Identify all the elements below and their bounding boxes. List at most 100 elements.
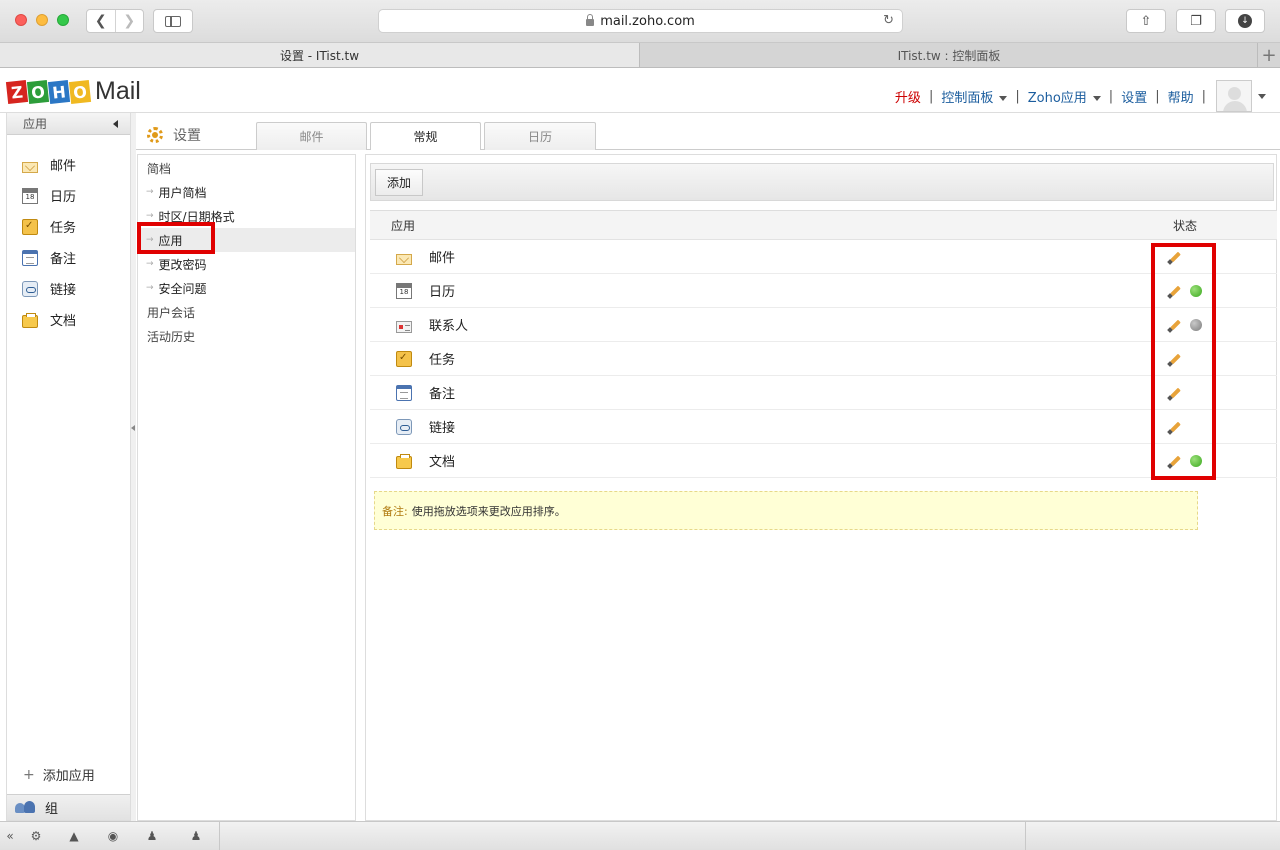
menu-item-change-password[interactable]: → 更改密码 bbox=[138, 252, 355, 276]
share-button[interactable]: ⇧ bbox=[1126, 9, 1166, 33]
sidebar-item-tasks[interactable]: 任务 bbox=[7, 211, 130, 242]
sidebar-toggle-button[interactable] bbox=[153, 9, 193, 33]
table-row[interactable]: 任务 bbox=[370, 342, 1277, 376]
menu-item-timezone[interactable]: → 时区/日期格式 bbox=[138, 204, 355, 228]
control-panel-link[interactable]: 控制面板 bbox=[941, 87, 1008, 106]
menu-item-security-questions[interactable]: → 安全问题 bbox=[138, 276, 355, 300]
expand-chat-icon[interactable]: « bbox=[2, 828, 18, 844]
sidebar-item-calendar[interactable]: 日历 bbox=[7, 180, 130, 211]
table-row[interactable]: 备注 bbox=[370, 376, 1277, 410]
edit-pencil-icon[interactable] bbox=[1167, 284, 1181, 298]
logo-letter: O bbox=[26, 79, 50, 104]
table-row[interactable]: 链接 bbox=[370, 410, 1277, 444]
tab-calendar[interactable]: 日历 bbox=[484, 122, 596, 150]
edit-pencil-icon[interactable] bbox=[1167, 250, 1181, 264]
menu-item-user-sessions[interactable]: 用户会话 bbox=[138, 300, 355, 324]
edit-pencil-icon[interactable] bbox=[1167, 420, 1181, 434]
close-window-button[interactable] bbox=[15, 14, 27, 26]
table-row[interactable]: 日历 bbox=[370, 274, 1277, 308]
mail-icon bbox=[22, 162, 38, 173]
forward-button[interactable]: ❯ bbox=[114, 10, 144, 32]
zoom-window-button[interactable] bbox=[57, 14, 69, 26]
status-green-dot-icon[interactable] bbox=[1190, 285, 1202, 297]
bell-icon[interactable]: ▲ bbox=[66, 828, 82, 844]
zoho-apps-link[interactable]: Zoho应用 bbox=[1028, 87, 1101, 106]
groups-button[interactable]: 组 bbox=[7, 794, 130, 820]
minimize-window-button[interactable] bbox=[36, 14, 48, 26]
nav-separator: | bbox=[1201, 88, 1206, 104]
bottom-toolbar: « ⚙ ▲ ◉ ♟ ♟ bbox=[0, 821, 1280, 850]
sidebar-splitter[interactable] bbox=[131, 113, 136, 821]
back-button[interactable]: ❮ bbox=[87, 10, 115, 32]
sidebar-item-mail[interactable]: 邮件 bbox=[7, 149, 130, 180]
chevron-down-icon bbox=[1092, 95, 1101, 101]
edit-pencil-icon[interactable] bbox=[1167, 352, 1181, 366]
divider bbox=[219, 822, 220, 850]
settings-title: 设置 bbox=[147, 125, 201, 145]
status-grey-dot-icon[interactable] bbox=[1190, 319, 1202, 331]
edit-pencil-icon[interactable] bbox=[1167, 318, 1181, 332]
edit-pencil-icon[interactable] bbox=[1167, 386, 1181, 400]
menu-profile-header[interactable]: 简档 bbox=[138, 156, 355, 180]
table-row[interactable]: 邮件 bbox=[370, 240, 1277, 274]
browser-tab-settings[interactable]: 设置 - ITist.tw bbox=[0, 43, 640, 67]
help-link[interactable]: 帮助 bbox=[1168, 87, 1194, 106]
new-tab-button[interactable]: + bbox=[1257, 43, 1280, 67]
add-button[interactable]: 添加 bbox=[375, 169, 423, 196]
collapse-sidebar-icon[interactable] bbox=[113, 120, 118, 128]
app-name: 备注 bbox=[429, 387, 456, 402]
arrow-icon: → bbox=[146, 283, 154, 293]
tabs-overview-button[interactable]: ❐ bbox=[1176, 9, 1216, 33]
edit-pencil-icon[interactable] bbox=[1167, 454, 1181, 468]
settings-link[interactable]: 设置 bbox=[1121, 87, 1147, 106]
upgrade-link[interactable]: 升级 bbox=[895, 87, 921, 106]
avatar-menu-icon[interactable] bbox=[1258, 93, 1266, 99]
reorder-note: 备注: 使用拖放选项来更改应用排序。 bbox=[374, 491, 1198, 530]
menu-label: 时区/日期格式 bbox=[158, 209, 235, 224]
zoho-mail-logo[interactable]: Z O H O Mail bbox=[5, 77, 141, 106]
arrow-icon: → bbox=[146, 187, 154, 197]
tab-mail[interactable]: 邮件 bbox=[256, 122, 367, 150]
menu-item-activity-history[interactable]: 活动历史 bbox=[138, 324, 355, 348]
logo-letter: O bbox=[68, 79, 92, 104]
tasks-icon bbox=[396, 350, 412, 367]
collapse-arrow-icon[interactable] bbox=[131, 425, 135, 431]
table-row[interactable]: 联系人 bbox=[370, 308, 1277, 342]
download-icon: ↓ bbox=[1238, 14, 1252, 28]
app-name: 联系人 bbox=[429, 319, 469, 334]
chat-settings-icon[interactable]: ⚙ bbox=[28, 828, 44, 844]
sidebar-item-label: 链接 bbox=[50, 283, 77, 298]
contacts-group-icon[interactable]: ♟ bbox=[144, 828, 160, 844]
docs-icon bbox=[22, 313, 38, 328]
tab-general[interactable]: 常规 bbox=[370, 122, 481, 150]
add-app-button[interactable]: + 添加应用 bbox=[23, 765, 95, 785]
avatar[interactable] bbox=[1216, 80, 1252, 112]
chat-bubble-icon[interactable]: ◉ bbox=[105, 828, 121, 844]
logo-mail-text: Mail bbox=[95, 77, 141, 105]
sidebar-item-notes[interactable]: 备注 bbox=[7, 242, 130, 273]
user-icon[interactable]: ♟ bbox=[188, 828, 204, 844]
calendar-icon bbox=[22, 187, 38, 204]
app-name: 日历 bbox=[429, 285, 456, 300]
browser-tab-control-panel[interactable]: ITist.tw : 控制面板 bbox=[641, 43, 1257, 67]
reload-icon[interactable]: ↻ bbox=[883, 13, 894, 28]
column-header-app: 应用 bbox=[391, 218, 416, 233]
panel-toolbar: 添加 bbox=[370, 163, 1274, 201]
app-name: 邮件 bbox=[429, 251, 456, 266]
sidebar-app-list: 邮件 日历 任务 备注 链接 文档 bbox=[7, 135, 130, 335]
menu-item-user-profile[interactable]: → 用户简档 bbox=[138, 180, 355, 204]
groups-label: 组 bbox=[45, 802, 59, 817]
mail-icon bbox=[396, 254, 412, 265]
address-bar[interactable]: mail.zoho.com ↻ bbox=[378, 9, 903, 33]
sidebar-item-docs[interactable]: 文档 bbox=[7, 304, 130, 335]
sidebar-item-links[interactable]: 链接 bbox=[7, 273, 130, 304]
nav-separator: | bbox=[928, 88, 934, 104]
downloads-button[interactable]: ↓ bbox=[1225, 9, 1265, 33]
status-green-dot-icon[interactable] bbox=[1190, 455, 1202, 467]
divider bbox=[1025, 822, 1026, 850]
menu-label: 用户会话 bbox=[147, 305, 196, 320]
gear-icon bbox=[147, 127, 163, 143]
table-row[interactable]: 文档 bbox=[370, 444, 1277, 478]
menu-item-apps[interactable]: → 应用 bbox=[138, 228, 355, 252]
settings-menu: 简档 → 用户简档 → 时区/日期格式 → 应用 → 更改密码 → 安全问题 用户会话 活… bbox=[137, 154, 356, 821]
